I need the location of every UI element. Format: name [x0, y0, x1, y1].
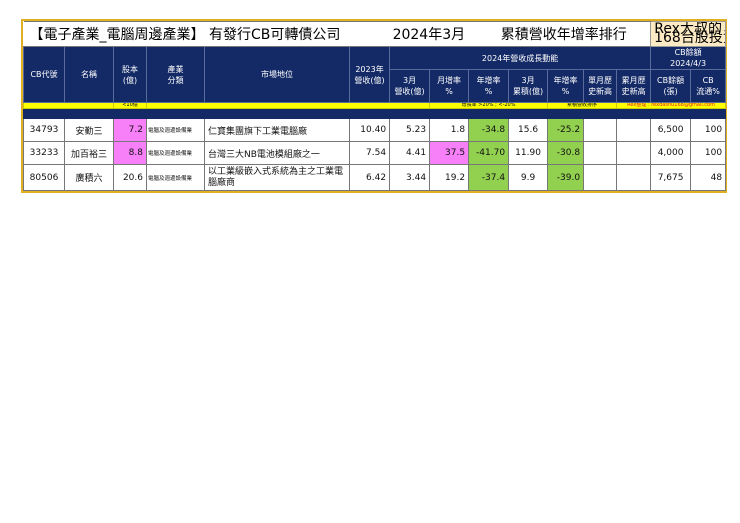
cell-cum_yoy: -39.0	[547, 164, 585, 191]
header-name: 名稱	[64, 46, 114, 103]
cell-bal: 6,500	[650, 118, 692, 142]
header-mom: 月增率 %	[429, 69, 470, 103]
page-title: 【電子產業_電腦周邊產業】 有發行CB可轉債公司	[23, 21, 390, 47]
table-row: 34793 安勤三 7.2 電腦及週邊設備業 仁寶集團旗下工業電腦廠 10.40 5.23 1…	[23, 118, 727, 142]
cell-rev2023: 6.42	[348, 164, 391, 191]
cell-mom: 1.8	[429, 118, 470, 142]
cell-ch	[616, 141, 652, 165]
author-badge: Rex大叔的168台股投資教室	[650, 21, 727, 47]
cell-name: 廣積六	[64, 164, 114, 191]
cell-float: 100	[690, 141, 727, 165]
header-cum: 3月 累積(億)	[508, 69, 549, 103]
cell-cum: 15.6	[508, 118, 549, 142]
table-row: 80506 廣積六 20.6 電腦及週邊設備業 以工業級嵌入式系統為主之工業電腦廠商 6.…	[23, 164, 727, 191]
title-period-text: 2024年3月	[392, 27, 466, 43]
cell-yoy: -41.70	[468, 141, 510, 165]
cell-sh	[583, 164, 618, 191]
cell-rev2023: 7.54	[348, 141, 391, 165]
table-row: 33233 加百裕三 8.8 電腦及週邊設備業 台灣三大NB電池模組廠之一 7.54 4.4…	[23, 141, 727, 165]
cb-ranking-table: 【電子產業_電腦周邊產業】 有發行CB可轉債公司 2024年3月 累積營收年增率…	[22, 21, 727, 191]
header-cb-float: CB 流通%	[690, 69, 727, 103]
cell-capital: 8.8	[113, 141, 147, 165]
cell-float: 100	[690, 118, 727, 142]
cell-industry: 電腦及週邊設備業	[146, 164, 205, 191]
cell-industry: 電腦及週邊設備業	[146, 141, 205, 165]
cell-mar: 3.44	[389, 164, 431, 191]
title-ranking: 累積營收年增率排行	[500, 27, 627, 43]
cell-cum: 9.9	[508, 164, 549, 191]
cell-ch	[616, 164, 652, 191]
header-yoy: 年增率 %	[468, 69, 510, 103]
header-mar-rev: 3月 營收(億)	[389, 69, 431, 103]
cell-ch	[616, 118, 652, 142]
cell-mar: 5.23	[389, 118, 431, 142]
cell-cum_yoy: -25.2	[547, 118, 585, 142]
cell-market: 仁寶集團旗下工業電腦廠	[204, 118, 350, 142]
cell-sh	[583, 118, 618, 142]
cell-cum: 11.90	[508, 141, 549, 165]
cell-market: 台灣三大NB電池模組廠之一	[204, 141, 350, 165]
header-cb-code: CB代號	[23, 46, 65, 103]
cell-sh	[583, 141, 618, 165]
cell-code: 34793	[23, 118, 65, 142]
cell-market: 以工業級嵌入式系統為主之工業電腦廠商	[204, 164, 350, 191]
cell-bal: 7,675	[650, 164, 692, 191]
cell-capital: 7.2	[113, 118, 147, 142]
cb-ranking-table-frame: 【電子產業_電腦周邊產業】 有發行CB可轉債公司 2024年3月 累積營收年增率…	[21, 19, 727, 193]
header-rev2023: 2023年 營收(億)	[348, 46, 391, 103]
header-market: 市場地位	[204, 46, 350, 103]
cell-mom: 19.2	[429, 164, 470, 191]
header-single-high: 單月歷 史新高	[583, 69, 618, 103]
cell-float: 48	[690, 164, 727, 191]
cell-yoy: -37.4	[468, 164, 510, 191]
cell-rev2023: 10.40	[348, 118, 391, 142]
cell-yoy: -34.8	[468, 118, 510, 142]
cell-name: 安勤三	[64, 118, 114, 142]
cell-mom: 37.5	[429, 141, 470, 165]
header-cb-group: CB餘額 2024/4/3	[650, 46, 727, 70]
header-capital: 股本 (億)	[113, 46, 147, 103]
title-period: 2024年3月 累積營收年增率排行	[389, 21, 651, 47]
cell-mar: 4.41	[389, 141, 431, 165]
cell-name: 加百裕三	[64, 141, 114, 165]
note-contact: Rex整理 : rexdashu168@gmail.com	[616, 102, 727, 109]
header-industry: 產業 分類	[146, 46, 205, 103]
cell-code: 80506	[23, 164, 65, 191]
cell-capital: 20.6	[113, 164, 147, 191]
header-cb-balance: CB餘額 (張)	[650, 69, 692, 103]
cell-industry: 電腦及週邊設備業	[146, 118, 205, 142]
header-cum-yoy: 年增率 %	[547, 69, 585, 103]
header-cum-high: 累月歷 史新高	[616, 69, 652, 103]
cell-code: 33233	[23, 141, 65, 165]
cell-bal: 4,000	[650, 141, 692, 165]
badge-line2: 168台股投資教室	[654, 30, 725, 46]
cell-cum_yoy: -30.8	[547, 141, 585, 165]
header-group-2024: 2024年營收成長動能	[389, 46, 652, 70]
